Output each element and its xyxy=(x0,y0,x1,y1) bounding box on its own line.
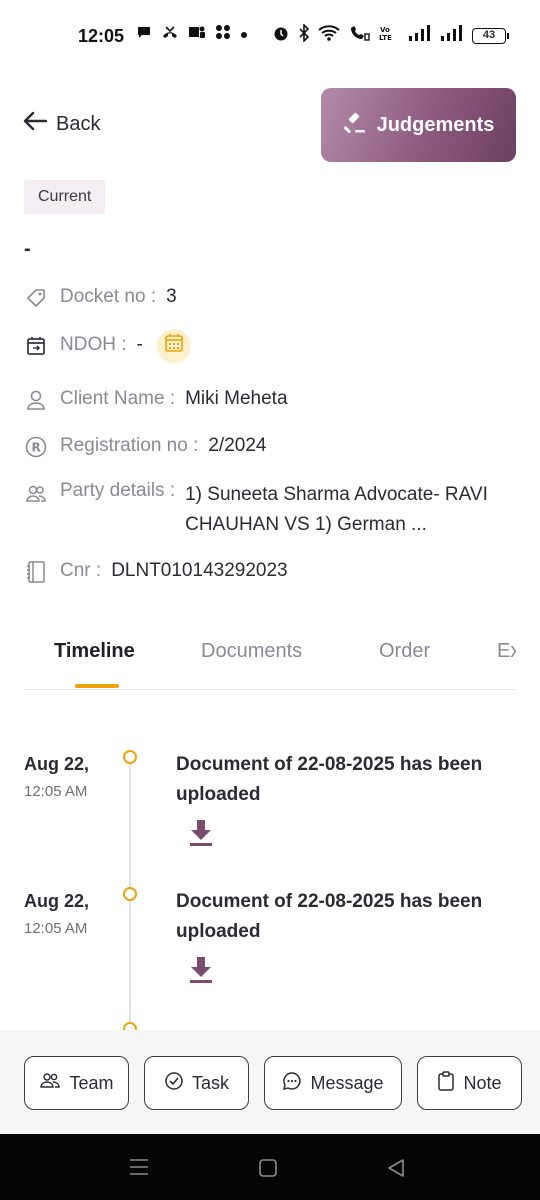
registered-icon: R xyxy=(24,435,48,459)
svg-text:LTE: LTE xyxy=(379,34,392,42)
calendar-arrow-icon xyxy=(24,334,48,358)
timeline-dot xyxy=(123,887,137,901)
notebook-icon xyxy=(24,560,48,584)
docket-row: Docket no : 3 xyxy=(24,286,177,310)
docket-label: Docket no : xyxy=(60,286,157,307)
task-label: Task xyxy=(191,1072,229,1093)
svg-text:Vo: Vo xyxy=(380,26,390,34)
tab-timeline[interactable]: Timeline xyxy=(54,640,135,663)
gavel-icon xyxy=(343,110,367,140)
signal-icon-1 xyxy=(408,25,432,46)
bluetooth-icon xyxy=(298,23,310,47)
party-row: Party details : 1) Suneeta Sharma Advoca… xyxy=(24,480,505,540)
user-icon xyxy=(24,388,48,412)
battery-icon: 43 xyxy=(472,27,509,44)
party-value: 1) Suneeta Sharma Advocate- RAVI CHAUHAN… xyxy=(185,484,488,535)
teams-icon xyxy=(188,24,206,45)
client-label: Client Name : xyxy=(60,388,176,409)
clipboard-icon xyxy=(437,1070,455,1096)
judgements-button[interactable]: Judgements xyxy=(321,88,516,162)
message-button[interactable]: Message xyxy=(264,1056,402,1110)
status-badge: Current xyxy=(24,180,106,214)
back-label: Back xyxy=(56,112,101,135)
timeline-date: Aug 22, xyxy=(24,891,90,911)
users-icon xyxy=(24,482,48,506)
task-button[interactable]: Task xyxy=(144,1056,249,1110)
client-row: Client Name : Miki Meheta xyxy=(24,388,288,412)
calendar-icon xyxy=(164,333,184,359)
dot-icon xyxy=(240,26,248,44)
menu-icon[interactable] xyxy=(129,1158,149,1181)
timeline-text: Document of 22-08-2025 has been uploaded xyxy=(176,754,483,805)
timeline-time: 12:05 AM xyxy=(24,783,88,800)
timeline-text: Document of 22-08-2025 has been uploaded xyxy=(176,891,483,942)
timeline-dot xyxy=(123,750,137,764)
download-icon xyxy=(188,820,214,852)
judgements-label: Judgements xyxy=(376,113,495,136)
tab-documents[interactable]: Documents xyxy=(201,640,302,663)
cnr-row: Cnr : DLNT010143292023 xyxy=(24,560,288,584)
ndoh-value: - xyxy=(136,334,143,355)
tab-ex[interactable]: Ex xyxy=(497,640,516,663)
wifi-icon xyxy=(318,24,340,47)
status-time: 12:05 xyxy=(78,26,125,46)
download-button[interactable] xyxy=(188,818,214,848)
timeline-time: 12:05 AM xyxy=(24,920,88,937)
timeline-date: Aug 22, xyxy=(24,754,90,774)
tab-bar: Timeline Documents Order Ex xyxy=(24,630,516,690)
status-bar: 12:05 Vo LTE 43 xyxy=(0,0,540,72)
ndoh-row: NDOH : - xyxy=(24,329,191,363)
message-label: Message xyxy=(310,1072,384,1093)
wifi-call-icon xyxy=(348,24,370,47)
cnr-label: Cnr : xyxy=(60,560,102,581)
team-label: Team xyxy=(69,1072,114,1093)
team-button[interactable]: Team xyxy=(24,1056,129,1110)
arrow-left-icon xyxy=(22,110,48,138)
ndoh-label: NDOH : xyxy=(60,334,127,355)
party-label: Party details : xyxy=(60,480,176,501)
docket-value: 3 xyxy=(166,286,177,307)
registration-label: Registration no : xyxy=(60,435,199,456)
chat-bubble-icon xyxy=(282,1071,302,1096)
apps-icon xyxy=(215,24,231,45)
alarm-icon xyxy=(272,24,290,47)
users-icon xyxy=(39,1072,61,1095)
back-triangle-icon[interactable] xyxy=(386,1158,406,1183)
check-circle-icon xyxy=(164,1071,184,1096)
case-title: - xyxy=(24,238,31,260)
tab-order[interactable]: Order xyxy=(379,640,430,663)
note-button[interactable]: Note xyxy=(417,1056,522,1110)
registration-row: R Registration no : 2/2024 xyxy=(24,435,266,459)
svg-text:R: R xyxy=(32,441,41,455)
download-icon xyxy=(188,957,214,989)
notification-icons xyxy=(136,24,248,45)
chat-icon xyxy=(136,24,152,45)
client-value: Miki Meheta xyxy=(185,388,288,409)
calendar-button[interactable] xyxy=(156,329,191,363)
active-tab-indicator xyxy=(75,684,119,688)
system-icons: Vo LTE 43 xyxy=(272,23,509,47)
signal-icon-2 xyxy=(440,25,464,46)
note-label: Note xyxy=(463,1072,502,1093)
volte-icon: Vo LTE xyxy=(378,24,400,47)
system-nav-bar xyxy=(0,1134,540,1200)
registration-value: 2/2024 xyxy=(208,435,267,456)
tag-icon xyxy=(24,286,48,310)
cnr-value: DLNT010143292023 xyxy=(111,560,288,581)
download-button[interactable] xyxy=(188,955,214,985)
missed-call-icon xyxy=(161,24,179,45)
home-icon[interactable] xyxy=(258,1158,278,1183)
back-button[interactable]: Back xyxy=(22,110,100,138)
